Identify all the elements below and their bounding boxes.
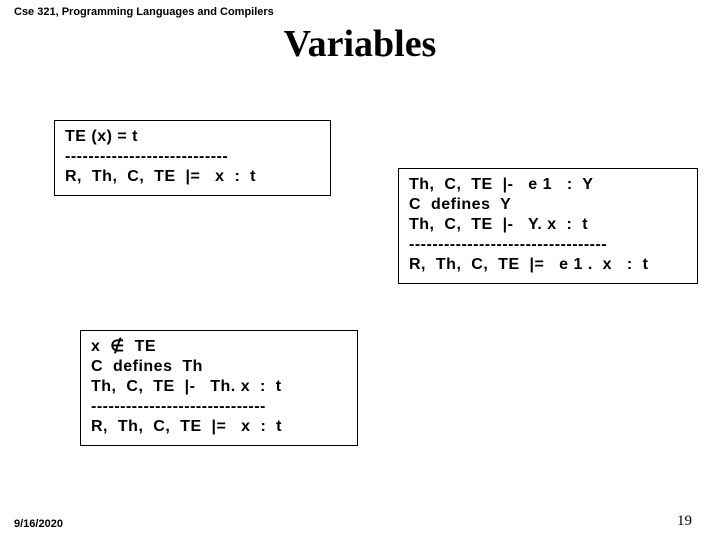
rule2-line2: C defines Y	[409, 196, 511, 213]
rule1-line2: ----------------------------	[65, 148, 228, 165]
rule1-line1: TE (x) = t	[65, 128, 138, 145]
rule-box-3: x ∉ TE C defines Th Th, C, TE |- Th. x :…	[80, 330, 358, 446]
rule3-line5: R, Th, C, TE |= x : t	[91, 418, 282, 435]
rule2-line1: Th, C, TE |- e 1 : Y	[409, 176, 593, 193]
rule3-line4: ------------------------------	[91, 398, 266, 415]
rule1-line3: R, Th, C, TE |= x : t	[65, 168, 256, 185]
rule2-line5: R, Th, C, TE |= e 1 . x : t	[409, 256, 648, 273]
rule-box-2: Th, C, TE |- e 1 : Y C defines Y Th, C, …	[398, 168, 698, 284]
footer-date: 9/16/2020	[14, 518, 63, 530]
rule-box-1: TE (x) = t ---------------------------- …	[54, 120, 331, 196]
footer-page-number: 19	[677, 513, 692, 530]
course-header: Cse 321, Programming Languages and Compi…	[14, 6, 274, 18]
rule3-line3: Th, C, TE |- Th. x : t	[91, 378, 282, 395]
rule2-line4: ----------------------------------	[409, 236, 607, 253]
slide-title: Variables	[0, 22, 720, 66]
rule3-line2: C defines Th	[91, 358, 203, 375]
rule2-line3: Th, C, TE |- Y. x : t	[409, 216, 588, 233]
rule3-line1: x ∉ TE	[91, 338, 156, 355]
